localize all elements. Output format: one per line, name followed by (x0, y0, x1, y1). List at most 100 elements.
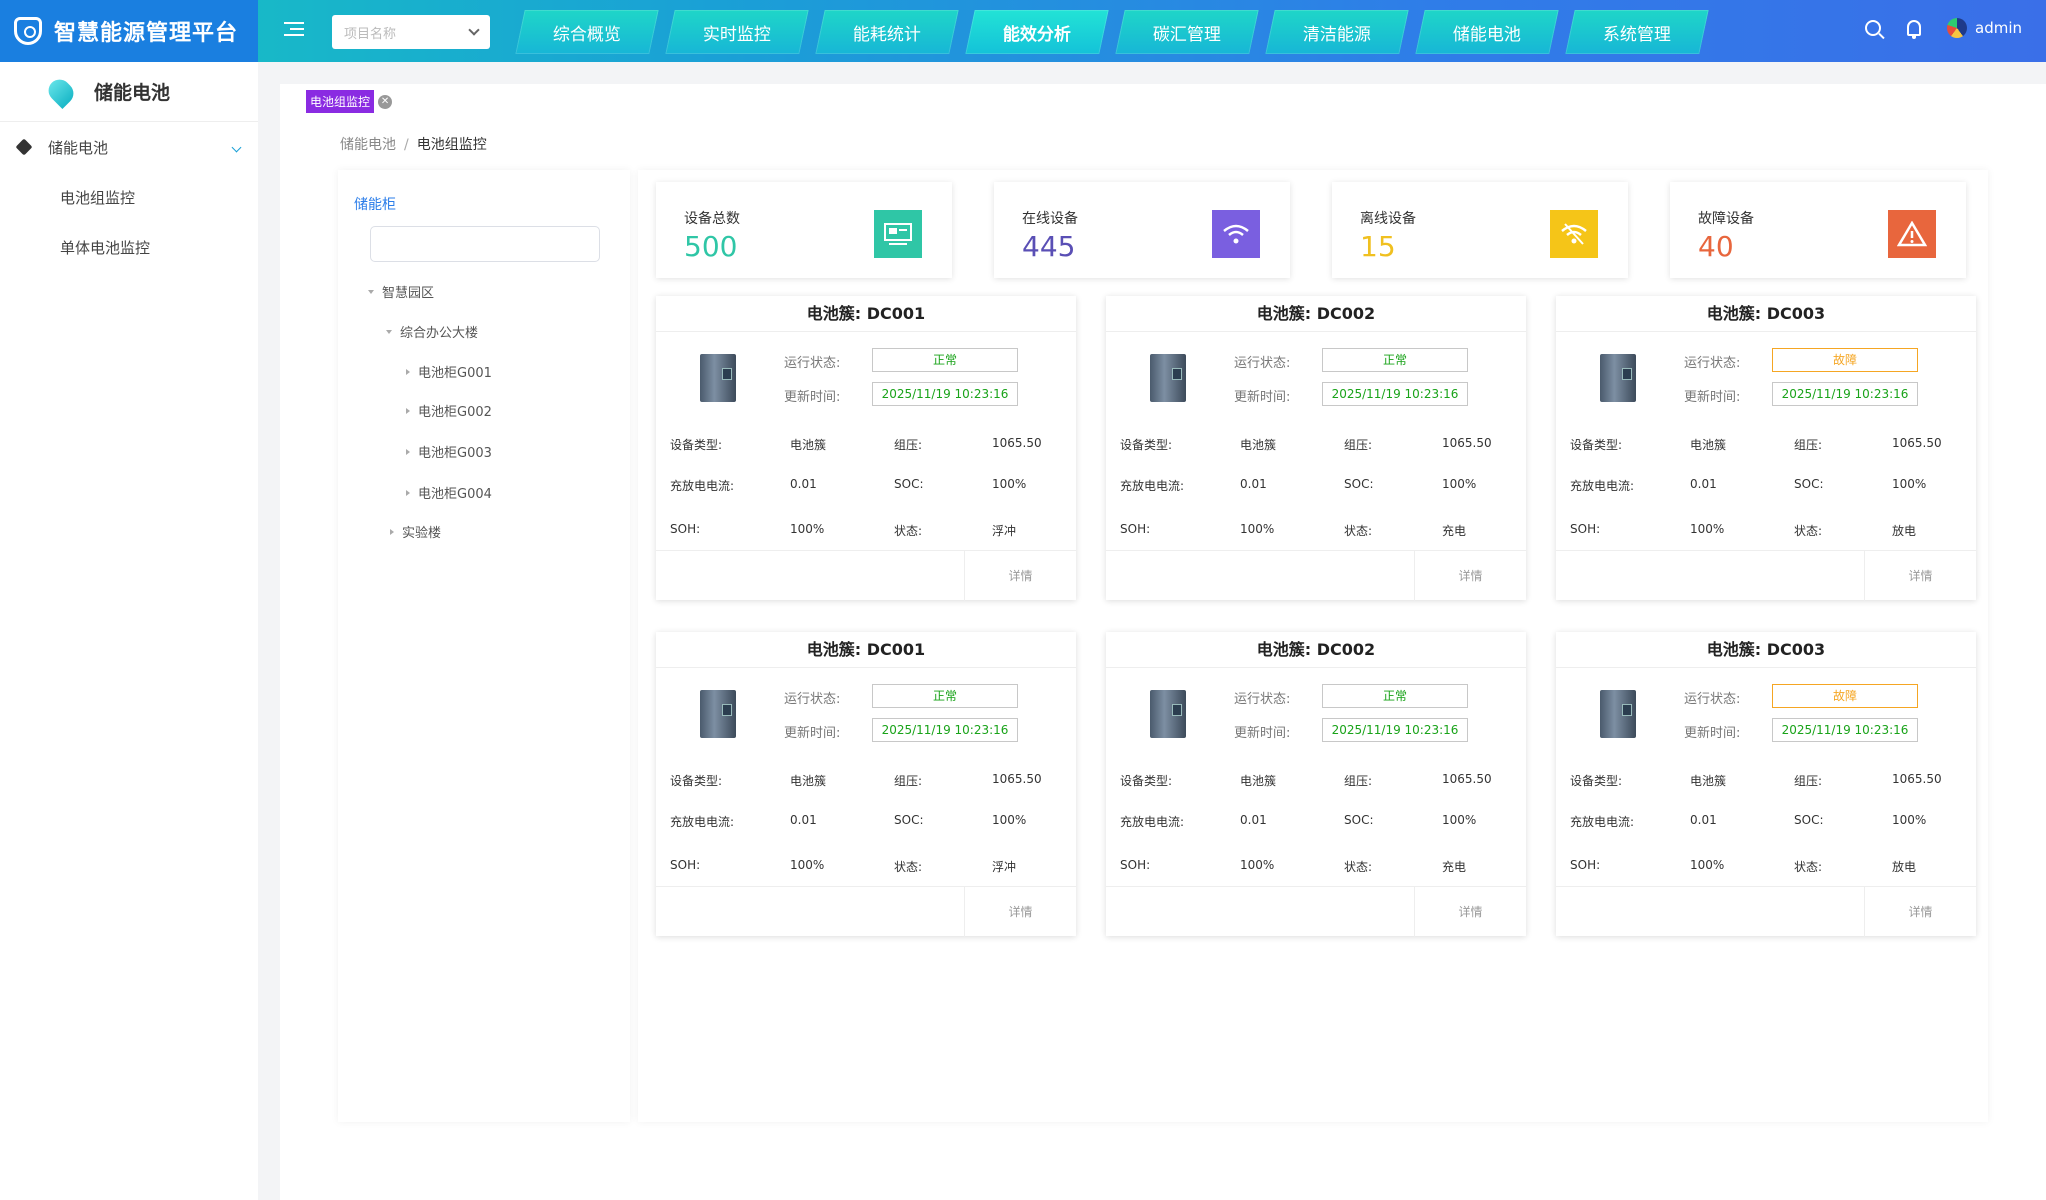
nav-tab-realtime[interactable]: 实时监控 (665, 10, 809, 54)
breadcrumb-parent[interactable]: 储能电池 (340, 137, 396, 153)
battery-cluster-card: 电池簇: DC003 运行状态: 故障 更新时间: 2025/11/19 10:23:1… (1556, 296, 1976, 601)
tree-node-label: 综合办公大楼 (400, 326, 479, 341)
sidebar-item-pack-monitor[interactable]: 电池组监控 (0, 172, 258, 222)
detail-button[interactable]: 详情 (1414, 887, 1526, 937)
soh-value: 100% (790, 858, 825, 872)
battery-cluster-card: 电池簇: DC002 运行状态: 正常 更新时间: 2025/11/19 10:23:1… (1106, 632, 1526, 937)
soc-label: SOC: (894, 477, 924, 491)
tree-node-label: 实验楼 (402, 526, 442, 541)
nav-tab-label: 能效分析 (1003, 24, 1071, 45)
tree-node-cabinet-g002[interactable]: 电池柜G002 (406, 401, 492, 420)
tree-search-input[interactable] (370, 226, 600, 262)
current-value: 0.01 (1240, 813, 1267, 827)
detail-button[interactable]: 详情 (1414, 551, 1526, 601)
stat-card-total: 设备总数 500 (656, 182, 952, 278)
voltage-value: 1065.50 (1892, 436, 1942, 450)
sidebar-item-cell-monitor[interactable]: 单体电池监控 (0, 222, 258, 272)
sidebar-item-label: 单体电池监控 (60, 238, 151, 257)
updated-time: 2025/11/19 10:23:16 (1772, 382, 1918, 406)
detail-button[interactable]: 详情 (1864, 887, 1976, 937)
soc-value: 100% (992, 813, 1027, 827)
nav-tab-carbon[interactable]: 碳汇管理 (1115, 10, 1259, 54)
card-title: 电池簇: DC001 (656, 632, 1076, 668)
project-select[interactable]: 项目名称 (332, 15, 490, 49)
updated-label: 更新时间: (784, 390, 841, 405)
current-value: 0.01 (1690, 477, 1717, 491)
voltage-value: 1065.50 (992, 772, 1042, 786)
tree-title: 储能柜 (354, 197, 396, 213)
nav-tab-label: 清洁能源 (1303, 24, 1371, 45)
stat-label: 设备总数 (684, 211, 740, 227)
soh-value: 100% (1690, 522, 1725, 536)
battery-icon (1150, 354, 1186, 402)
username: admin (1975, 19, 2022, 37)
updated-label: 更新时间: (784, 726, 841, 741)
tree-node-lab-building[interactable]: 实验楼 (390, 522, 441, 541)
card-title: 电池簇: DC002 (1106, 296, 1526, 332)
status-label: 运行状态: (784, 692, 841, 707)
voltage-label: 组压: (1344, 774, 1373, 788)
bell-icon[interactable] (1907, 20, 1921, 39)
current-value: 0.01 (790, 477, 817, 491)
tree-node-label: 电池柜G004 (418, 487, 492, 502)
tab-battery-pack-monitor[interactable]: 电池组监控 (306, 90, 375, 113)
sidebar-group-battery[interactable]: 储能电池 (0, 122, 258, 172)
soc-label: SOC: (1794, 477, 1824, 491)
current-value: 0.01 (790, 813, 817, 827)
nav-tab-efficiency[interactable]: 能效分析 (965, 10, 1109, 54)
caret-down-icon (386, 329, 392, 334)
nav-tab-system[interactable]: 系统管理 (1565, 10, 1709, 54)
nav-tab-battery[interactable]: 储能电池 (1415, 10, 1559, 54)
tree-node-office-building[interactable]: 综合办公大楼 (386, 322, 478, 341)
chevron-down-icon (231, 142, 242, 152)
soc-value: 100% (1892, 813, 1927, 827)
soc-label: SOC: (1344, 813, 1374, 827)
soh-label: SOH: (1120, 522, 1151, 536)
stat-value: 445 (1022, 230, 1076, 263)
menu-toggle-icon[interactable] (284, 22, 304, 38)
battery-icon (700, 690, 736, 738)
current-label: 充放电电流: (670, 479, 735, 493)
sidebar-group-label: 储能电池 (48, 138, 109, 157)
stat-label: 离线设备 (1360, 211, 1416, 227)
avatar (1947, 18, 1967, 38)
detail-button[interactable]: 详情 (964, 887, 1076, 937)
card-footer: 详情 (1556, 886, 1976, 937)
app-logo[interactable]: 智慧能源管理平台 (0, 0, 258, 62)
soc-label: SOC: (1794, 813, 1824, 827)
current-label: 充放电电流: (1120, 815, 1185, 829)
battery-icon (1600, 354, 1636, 402)
soh-value: 100% (1240, 522, 1275, 536)
tree-node-cabinet-g004[interactable]: 电池柜G004 (406, 483, 492, 502)
state-label: 状态: (1344, 860, 1373, 874)
nav-tab-label: 实时监控 (703, 24, 771, 45)
current-value: 0.01 (1240, 477, 1267, 491)
soh-label: SOH: (1120, 858, 1151, 872)
logo-icon (14, 17, 42, 45)
close-icon[interactable]: ✕ (378, 94, 393, 109)
updated-label: 更新时间: (1234, 726, 1291, 741)
soc-label: SOC: (894, 813, 924, 827)
tree-node-cabinet-g003[interactable]: 电池柜G003 (406, 442, 492, 461)
nav-tab-energy-stats[interactable]: 能耗统计 (815, 10, 959, 54)
caret-right-icon (406, 489, 410, 496)
user-menu[interactable]: admin (1947, 18, 2022, 38)
detail-button[interactable]: 详情 (964, 551, 1076, 601)
state-label: 状态: (894, 524, 923, 538)
search-icon[interactable] (1865, 20, 1881, 36)
stat-value: 40 (1698, 230, 1734, 263)
voltage-label: 组压: (894, 774, 923, 788)
updated-label: 更新时间: (1234, 390, 1291, 405)
state-label: 状态: (1344, 524, 1373, 538)
soh-label: SOH: (1570, 858, 1601, 872)
state-value: 充电 (1442, 524, 1467, 538)
tree-node-cabinet-g001[interactable]: 电池柜G001 (406, 362, 492, 381)
status-badge: 故障 (1772, 684, 1918, 708)
wifi-icon (1212, 210, 1260, 258)
tree-node-park[interactable]: 智慧园区 (368, 282, 434, 301)
nav-tab-clean-energy[interactable]: 清洁能源 (1265, 10, 1409, 54)
detail-button[interactable]: 详情 (1864, 551, 1976, 601)
battery-cluster-card: 电池簇: DC002 运行状态: 正常 更新时间: 2025/11/19 10:23:1… (1106, 296, 1526, 601)
cabinet-tree-panel: 储能柜 智慧园区 综合办公大楼 电池柜G001 电池柜G002 电池柜G003 … (338, 170, 630, 1122)
nav-tab-overview[interactable]: 综合概览 (515, 10, 659, 54)
